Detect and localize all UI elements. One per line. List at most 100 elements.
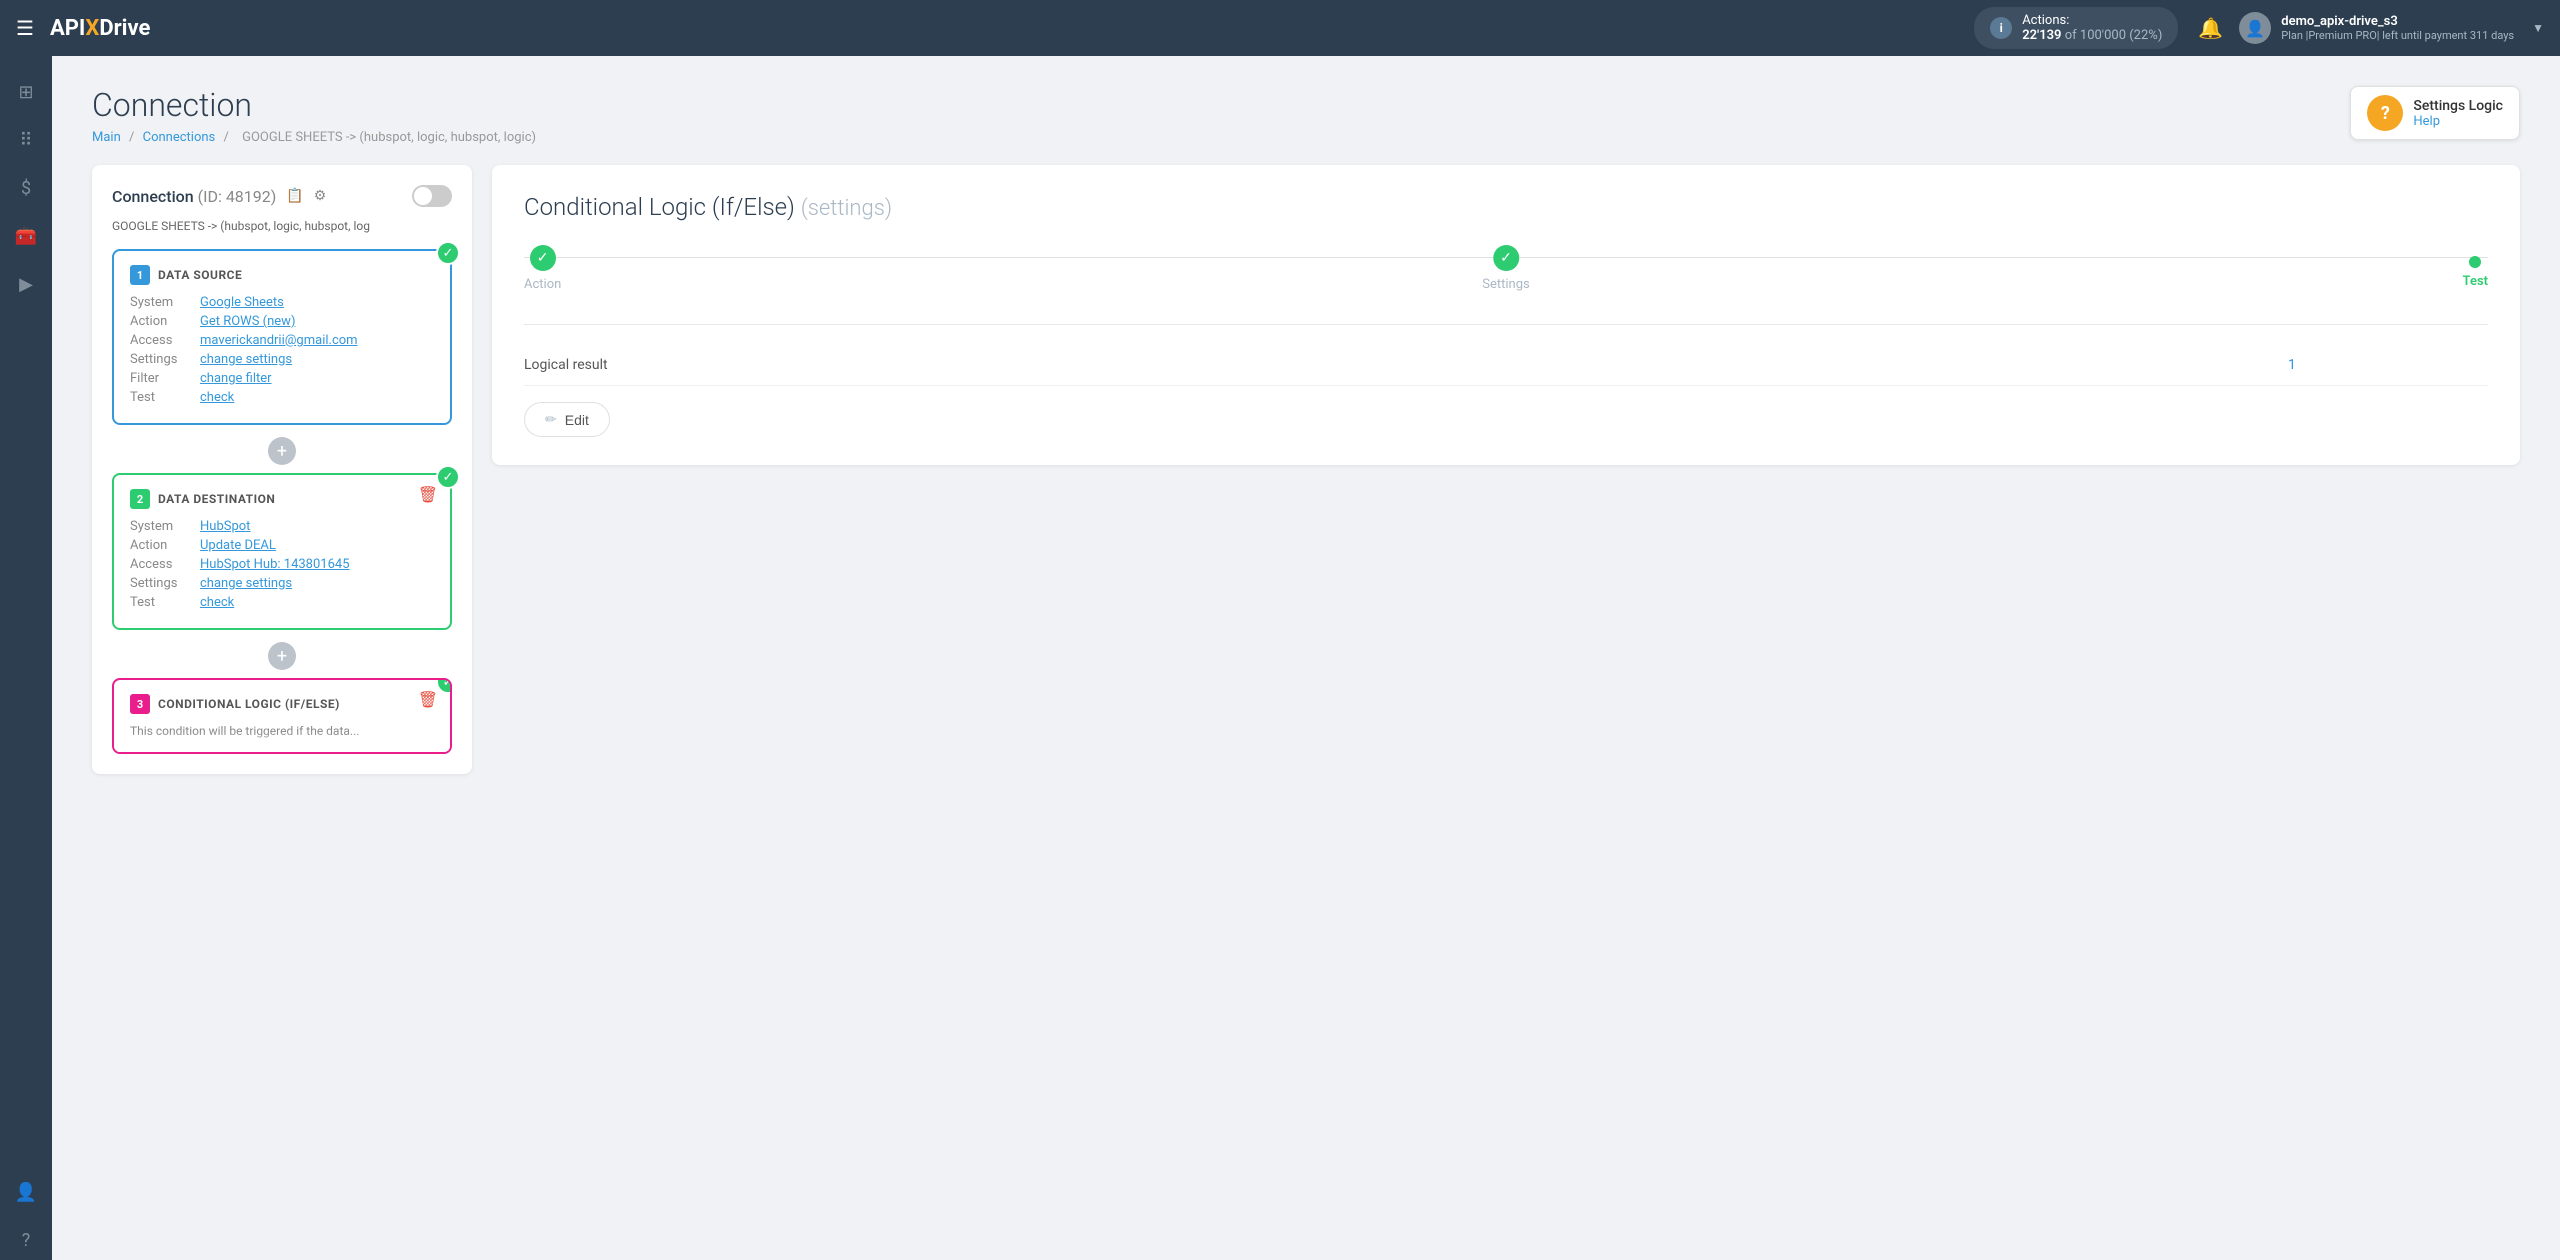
help-link[interactable]: Help bbox=[2413, 114, 2503, 129]
page-header: Connection Main / Connections / GOOGLE S… bbox=[92, 86, 2520, 145]
card-num-3: 3 bbox=[130, 694, 150, 714]
dest-settings-value[interactable]: change settings bbox=[200, 576, 292, 591]
datasource-filter-value[interactable]: change filter bbox=[200, 371, 272, 386]
document-icon[interactable]: 📋 bbox=[286, 188, 303, 204]
card-logic-label: CONDITIONAL LOGIC (IF/ELSE) bbox=[158, 697, 340, 711]
card-fade bbox=[114, 732, 450, 752]
edit-icon: ✏ bbox=[545, 411, 557, 428]
card-datasource-header: 1 DATA SOURCE bbox=[130, 265, 434, 285]
help-icon: ? bbox=[2367, 95, 2403, 131]
step-test-label: Test bbox=[2463, 274, 2488, 289]
breadcrumb-main[interactable]: Main bbox=[92, 130, 121, 145]
actions-of: of bbox=[2065, 28, 2080, 43]
add-step-1-button[interactable]: + bbox=[268, 437, 296, 465]
left-panel: Connection (ID: 48192) 📋 ⚙ GOOGLE SHEETS… bbox=[92, 165, 472, 774]
step-action-label: Action bbox=[524, 277, 561, 292]
dest-action-value[interactable]: Update DEAL bbox=[200, 538, 276, 553]
avatar: 👤 bbox=[2239, 12, 2271, 44]
result-label: Logical result bbox=[524, 357, 2288, 373]
datasource-settings-value[interactable]: change settings bbox=[200, 352, 292, 367]
breadcrumb: Main / Connections / GOOGLE SHEETS -> (h… bbox=[92, 130, 541, 145]
main-content: Connection Main / Connections / GOOGLE S… bbox=[52, 56, 2560, 1260]
add-step-2-button[interactable]: + bbox=[268, 642, 296, 670]
chevron-down-icon: ▼ bbox=[2532, 21, 2544, 35]
edit-button[interactable]: ✏ Edit bbox=[524, 402, 610, 437]
card-row-access: Access maverickandrii@gmail.com bbox=[130, 333, 434, 348]
help-button[interactable]: ? Settings Logic Help bbox=[2350, 86, 2520, 140]
panel-title: Conditional Logic (If/Else) (settings) bbox=[524, 193, 2488, 221]
logo-api: API bbox=[50, 16, 85, 41]
logo-drive: Drive bbox=[99, 16, 150, 41]
content-area: Connection (ID: 48192) 📋 ⚙ GOOGLE SHEETS… bbox=[92, 165, 2520, 774]
header-left: Connection Main / Connections / GOOGLE S… bbox=[92, 86, 541, 145]
card-destination-delete[interactable]: 🗑 bbox=[418, 485, 438, 504]
card-destination-label: DATA DESTINATION bbox=[158, 492, 275, 506]
sidebar-item-profile[interactable]: 👤 bbox=[6, 1172, 46, 1212]
step-settings-label: Settings bbox=[1482, 277, 1529, 292]
actions-info-icon[interactable]: i bbox=[1990, 17, 2012, 39]
bell-icon[interactable]: 🔔 bbox=[2198, 16, 2223, 40]
connection-toggle[interactable] bbox=[412, 185, 452, 207]
card-datasource: 1 DATA SOURCE ✓ System Google Sheets Act… bbox=[112, 249, 452, 425]
connector-1: + bbox=[112, 437, 452, 465]
result-section: Logical result 1 ✏ Edit bbox=[524, 324, 2488, 437]
sidebar-item-tools[interactable]: 🧰 bbox=[6, 216, 46, 256]
navbar: ☰ API X Drive i Actions: 22'139 of 100'0… bbox=[0, 0, 2560, 56]
edit-label: Edit bbox=[565, 412, 589, 428]
user-info: demo_apix-drive_s3 Plan |Premium PRO| le… bbox=[2281, 14, 2514, 42]
connection-header: Connection (ID: 48192) 📋 ⚙ bbox=[112, 185, 452, 207]
actions-limit: 100'000 bbox=[2080, 28, 2126, 43]
logo: API X Drive bbox=[50, 16, 150, 41]
card-row-filter: Filter change filter bbox=[130, 371, 434, 386]
actions-label: Actions: bbox=[2022, 13, 2069, 28]
card-destination: 2 DATA DESTINATION ✓ 🗑 System HubSpot Ac… bbox=[112, 473, 452, 630]
username: demo_apix-drive_s3 bbox=[2281, 14, 2514, 29]
card-datasource-label: DATA SOURCE bbox=[158, 268, 242, 282]
sidebar: ⊞ ⠿ $ 🧰 ▶ 👤 ? bbox=[0, 56, 52, 1260]
sidebar-item-media[interactable]: ▶ bbox=[6, 264, 46, 304]
connection-id: (ID: 48192) bbox=[198, 187, 277, 206]
datasource-action-value[interactable]: Get ROWS (new) bbox=[200, 314, 295, 329]
dest-test-value[interactable]: check bbox=[200, 595, 234, 610]
result-row: Logical result 1 bbox=[524, 345, 2488, 386]
connection-subtitle: GOOGLE SHEETS -> (hubspot, logic, hubspo… bbox=[112, 219, 452, 233]
card-logic-delete[interactable]: 🗑 bbox=[418, 690, 438, 709]
datasource-system-value[interactable]: Google Sheets bbox=[200, 295, 284, 310]
help-settings-label: Settings Logic bbox=[2413, 98, 2503, 114]
breadcrumb-connections[interactable]: Connections bbox=[143, 130, 216, 145]
step-test: Test bbox=[2463, 249, 2488, 289]
panel-title-main: Conditional Logic (If/Else) bbox=[524, 193, 795, 221]
step-settings-icon: ✓ bbox=[1493, 245, 1519, 271]
sidebar-item-help[interactable]: ? bbox=[6, 1220, 46, 1260]
dest-row-access: Access HubSpot Hub: 143801645 bbox=[130, 557, 434, 572]
sidebar-item-connections[interactable]: ⠿ bbox=[6, 120, 46, 160]
right-panel: Conditional Logic (If/Else) (settings) ✓… bbox=[492, 165, 2520, 465]
actions-pct: (22%) bbox=[2129, 28, 2162, 43]
card-row-settings: Settings change settings bbox=[130, 352, 434, 367]
card-row-action: Action Get ROWS (new) bbox=[130, 314, 434, 329]
hamburger-icon[interactable]: ☰ bbox=[16, 16, 34, 40]
actions-text: Actions: 22'139 of 100'000 (22%) bbox=[2022, 13, 2162, 43]
logo-x: X bbox=[85, 16, 99, 41]
step-action-icon: ✓ bbox=[530, 245, 556, 271]
datasource-test-value[interactable]: check bbox=[200, 390, 234, 405]
sidebar-item-billing[interactable]: $ bbox=[6, 168, 46, 208]
step-settings: ✓ Settings bbox=[1482, 245, 1529, 292]
dest-row-system: System HubSpot bbox=[130, 519, 434, 534]
step-action: ✓ Action bbox=[524, 245, 561, 292]
panel-title-settings: (settings) bbox=[801, 196, 892, 221]
settings-icon[interactable]: ⚙ bbox=[314, 188, 327, 204]
card-destination-status: ✓ bbox=[436, 465, 460, 489]
sidebar-item-home[interactable]: ⊞ bbox=[6, 72, 46, 112]
step-test-icon bbox=[2469, 256, 2481, 268]
toggle-dot bbox=[414, 187, 432, 205]
user-menu[interactable]: 👤 demo_apix-drive_s3 Plan |Premium PRO| … bbox=[2239, 12, 2544, 44]
card-num-2: 2 bbox=[130, 489, 150, 509]
page-title: Connection bbox=[92, 86, 541, 124]
dest-access-value[interactable]: HubSpot Hub: 143801645 bbox=[200, 557, 350, 572]
dest-system-value[interactable]: HubSpot bbox=[200, 519, 250, 534]
datasource-access-value[interactable]: maverickandrii@gmail.com bbox=[200, 333, 358, 348]
dest-row-action: Action Update DEAL bbox=[130, 538, 434, 553]
card-logic-header: 3 CONDITIONAL LOGIC (IF/ELSE) bbox=[130, 694, 434, 714]
card-row-system: System Google Sheets bbox=[130, 295, 434, 310]
